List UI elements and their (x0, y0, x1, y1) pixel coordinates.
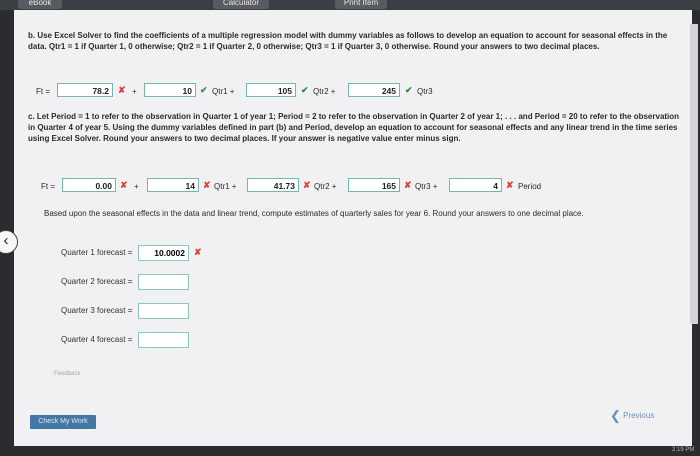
qtr2-label: Qtr2 + (314, 182, 337, 191)
quarter-1-forecast-input[interactable]: 10.0002 (138, 245, 189, 261)
quarter-2-forecast-input[interactable] (138, 274, 189, 290)
qtr3-label: Qtr3 + (415, 182, 438, 191)
quarter-4-forecast-label: Quarter 4 forecast = (61, 335, 133, 344)
qtr1-label: Qtr1 + (214, 182, 237, 191)
c-qtr3-coef-field[interactable]: 165 (348, 178, 400, 192)
quarter-2-forecast-label: Quarter 2 forecast = (61, 277, 133, 286)
qtr1-label: Qtr1 + (212, 87, 235, 96)
plus-sign: + (134, 182, 139, 191)
plus-sign: + (132, 87, 137, 96)
question-panel: b. Use Excel Solver to find the coeffici… (14, 10, 692, 446)
top-toolbar: eBook Calculator Print Item (0, 0, 700, 10)
calculator-tab[interactable]: Calculator (213, 0, 269, 9)
b-intercept-field[interactable]: 78.2 (57, 83, 113, 97)
part-b-instructions: b. Use Excel Solver to find the coeffici… (28, 31, 668, 51)
c-qtr1-coef-field[interactable]: 14 (147, 178, 199, 192)
feedback-link[interactable]: Feedback (54, 369, 80, 380)
scrollbar[interactable] (690, 24, 698, 324)
quarter-3-forecast-label: Quarter 3 forecast = (61, 306, 133, 315)
correct-icon: ✔ (405, 85, 413, 95)
incorrect-icon: ✘ (404, 180, 412, 190)
ft-label: Ft = (36, 87, 51, 96)
ebook-tab[interactable]: eBook (18, 0, 62, 9)
quarter-4-forecast-input[interactable] (138, 332, 189, 348)
correct-icon: ✔ (301, 85, 309, 95)
qtr2-label: Qtr2 + (313, 87, 336, 96)
forecast-instructions: Based upon the seasonal effects in the d… (44, 209, 584, 218)
incorrect-icon: ✘ (303, 180, 311, 190)
b-qtr3-coef-field[interactable]: 245 (348, 83, 400, 97)
b-qtr2-coef-field[interactable]: 105 (246, 83, 296, 97)
qtr3-label: Qtr3 (417, 87, 433, 96)
previous-label: Previous (623, 411, 655, 420)
part-c-instructions: c. Let Period = 1 to refer to the observ… (28, 112, 680, 143)
incorrect-icon: ✘ (506, 180, 514, 190)
check-my-work-button[interactable]: Check My Work (30, 415, 96, 429)
chevron-left-icon: ❮ (610, 408, 621, 423)
incorrect-icon: ✘ (203, 180, 211, 190)
correct-icon: ✔ (200, 85, 208, 95)
quarter-3-forecast-input[interactable] (138, 303, 189, 319)
incorrect-icon: ✘ (120, 180, 128, 190)
print-item-tab[interactable]: Print Item (335, 0, 387, 9)
c-period-coef-field[interactable]: 4 (449, 178, 502, 192)
c-qtr2-coef-field[interactable]: 41.73 (247, 178, 299, 192)
incorrect-icon: ✘ (194, 247, 202, 257)
incorrect-icon: ✘ (118, 85, 126, 95)
clock: 2:19 PM (672, 447, 695, 453)
ft-label: Ft = (41, 182, 56, 191)
c-intercept-field[interactable]: 0.00 (62, 178, 116, 192)
period-label: Period (518, 182, 542, 191)
quarter-1-forecast-label: Quarter 1 forecast = (61, 248, 133, 257)
previous-button[interactable]: ❮ Previous (610, 408, 655, 423)
b-qtr1-coef-field[interactable]: 10 (144, 83, 196, 97)
